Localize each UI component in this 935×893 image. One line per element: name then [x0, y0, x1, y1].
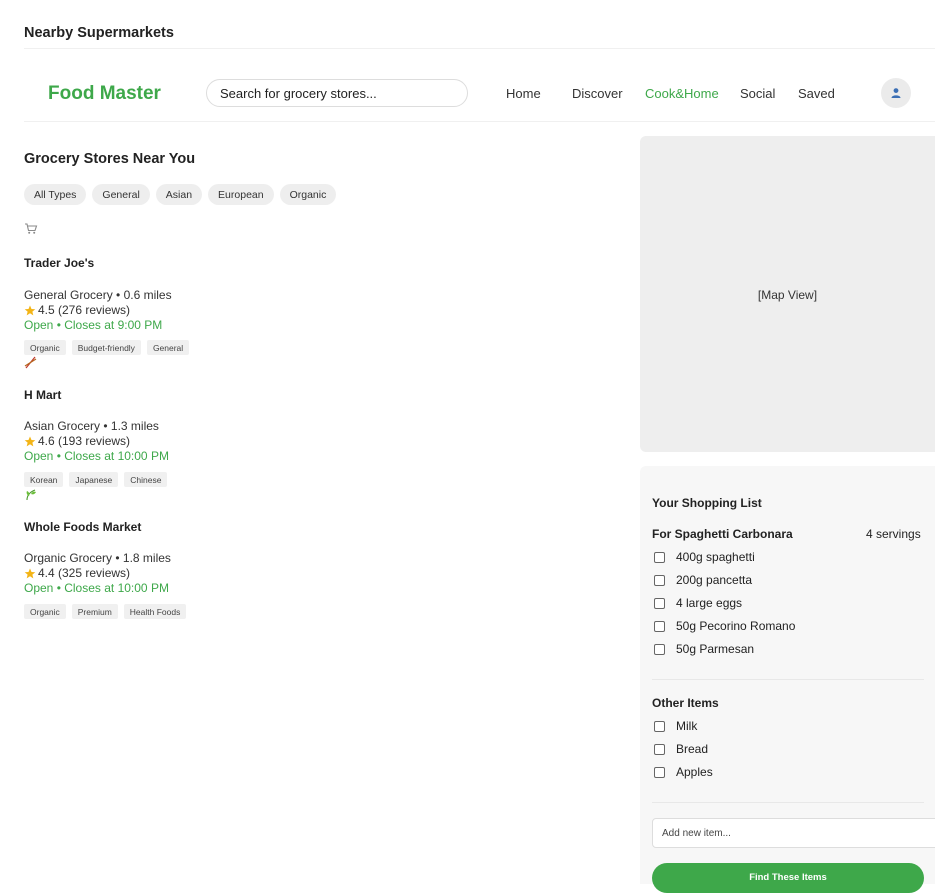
shopping-list-panel: Your Shopping List For Spaghetti Carbona…: [640, 466, 935, 893]
store-info: General Grocery • 0.6 miles: [24, 288, 172, 302]
rating-text: 4.4 (325 reviews): [38, 566, 131, 580]
filter-all-types[interactable]: All Types: [24, 184, 87, 205]
tag: Chinese: [124, 472, 168, 487]
item-checkbox[interactable]: [654, 551, 665, 563]
store-info: Asian Grocery • 1.3 miles: [24, 419, 159, 433]
list-item: 50g Pecorino Romano: [654, 619, 795, 633]
nav-saved[interactable]: Saved: [798, 86, 835, 101]
page-title: Nearby Supermarkets: [24, 25, 174, 41]
item-checkbox[interactable]: [654, 620, 665, 632]
recipe-title: For Spaghetti Carbonara: [652, 527, 793, 541]
store-hours: Open • Closes at 9:00 PM: [24, 318, 163, 332]
filter-general[interactable]: General: [92, 184, 150, 205]
find-items-button[interactable]: Find These Items: [652, 863, 924, 893]
search-input[interactable]: [206, 79, 468, 107]
item-checkbox[interactable]: [654, 720, 665, 732]
chopsticks-icon: [24, 356, 37, 369]
nav-discover[interactable]: Discover: [572, 86, 623, 101]
item-checkbox[interactable]: [654, 574, 665, 586]
list-item: Bread: [654, 742, 708, 756]
site-header: Food Master Home Discover Cook&Home Soci…: [24, 64, 935, 122]
store-rating: 4.6 (193 reviews): [24, 434, 130, 448]
tag: Premium: [71, 604, 118, 619]
nav-social[interactable]: Social: [740, 86, 775, 101]
tag: Organic: [24, 604, 66, 619]
filter-european[interactable]: European: [208, 184, 274, 205]
store-hours: Open • Closes at 10:00 PM: [24, 581, 169, 595]
star-icon: [24, 305, 36, 315]
store-tags: Organic Budget-friendly General: [24, 340, 190, 355]
item-label: 4 large eggs: [676, 596, 743, 610]
logo[interactable]: Food Master: [48, 83, 161, 105]
divider: [652, 679, 924, 680]
tag: Budget-friendly: [71, 340, 141, 355]
tag: Japanese: [69, 472, 119, 487]
store-info: Organic Grocery • 1.8 miles: [24, 551, 171, 565]
servings: 4 servings: [866, 527, 921, 541]
store-tags: Korean Japanese Chinese: [24, 472, 168, 487]
item-label: 400g spaghetti: [676, 550, 755, 564]
map-label: [Map View]: [757, 288, 818, 302]
store-tags: Organic Premium Health Foods: [24, 604, 187, 619]
item-label: Apples: [676, 765, 713, 779]
add-item-input[interactable]: [652, 818, 935, 848]
user-icon: [891, 88, 901, 98]
item-label: 200g pancetta: [676, 573, 753, 587]
item-label: 50g Parmesan: [676, 642, 755, 656]
nav-cook-home[interactable]: Cook&Home: [645, 86, 719, 101]
item-checkbox[interactable]: [654, 597, 665, 609]
item-checkbox[interactable]: [654, 643, 665, 655]
shopping-list-title: Your Shopping List: [652, 496, 762, 510]
rating-text: 4.5 (276 reviews): [38, 303, 131, 317]
other-items-title: Other Items: [652, 696, 719, 710]
store-hours: Open • Closes at 10:00 PM: [24, 449, 169, 463]
item-checkbox[interactable]: [654, 743, 665, 755]
filter-chips: All Types General Asian European Organic: [24, 184, 337, 205]
item-label: Milk: [676, 719, 698, 733]
section-title: Grocery Stores Near You: [24, 151, 196, 167]
store-rating: 4.4 (325 reviews): [24, 566, 130, 580]
avatar[interactable]: [881, 78, 911, 108]
tag: Korean: [24, 472, 64, 487]
map-view[interactable]: [Map View]: [640, 136, 935, 452]
item-checkbox[interactable]: [654, 766, 665, 778]
list-item: Milk: [654, 719, 697, 733]
item-label: 50g Pecorino Romano: [676, 619, 796, 633]
list-item: 200g pancetta: [654, 573, 752, 587]
divider: [24, 48, 935, 49]
list-item: 4 large eggs: [654, 596, 742, 610]
star-icon: [24, 436, 36, 446]
item-label: Bread: [676, 742, 709, 756]
list-item: 400g spaghetti: [654, 550, 755, 564]
tag: Health Foods: [123, 604, 187, 619]
store-rating: 4.5 (276 reviews): [24, 303, 130, 317]
top-strip: [0, 0, 935, 8]
tag: General: [146, 340, 190, 355]
store-name[interactable]: Whole Foods Market: [24, 520, 141, 534]
divider: [24, 121, 935, 122]
store-name[interactable]: H Mart: [24, 388, 61, 402]
divider: [652, 802, 924, 803]
store-name[interactable]: Trader Joe's: [24, 256, 94, 270]
list-item: Apples: [654, 765, 713, 779]
list-item: 50g Parmesan: [654, 642, 754, 656]
herb-icon: [26, 489, 36, 501]
filter-asian[interactable]: Asian: [155, 184, 203, 205]
filter-organic[interactable]: Organic: [279, 184, 337, 205]
tag: Organic: [24, 340, 66, 355]
nav-home[interactable]: Home: [506, 86, 541, 101]
star-icon: [24, 568, 36, 578]
shopping-cart-icon: [25, 223, 38, 234]
rating-text: 4.6 (193 reviews): [38, 434, 131, 448]
